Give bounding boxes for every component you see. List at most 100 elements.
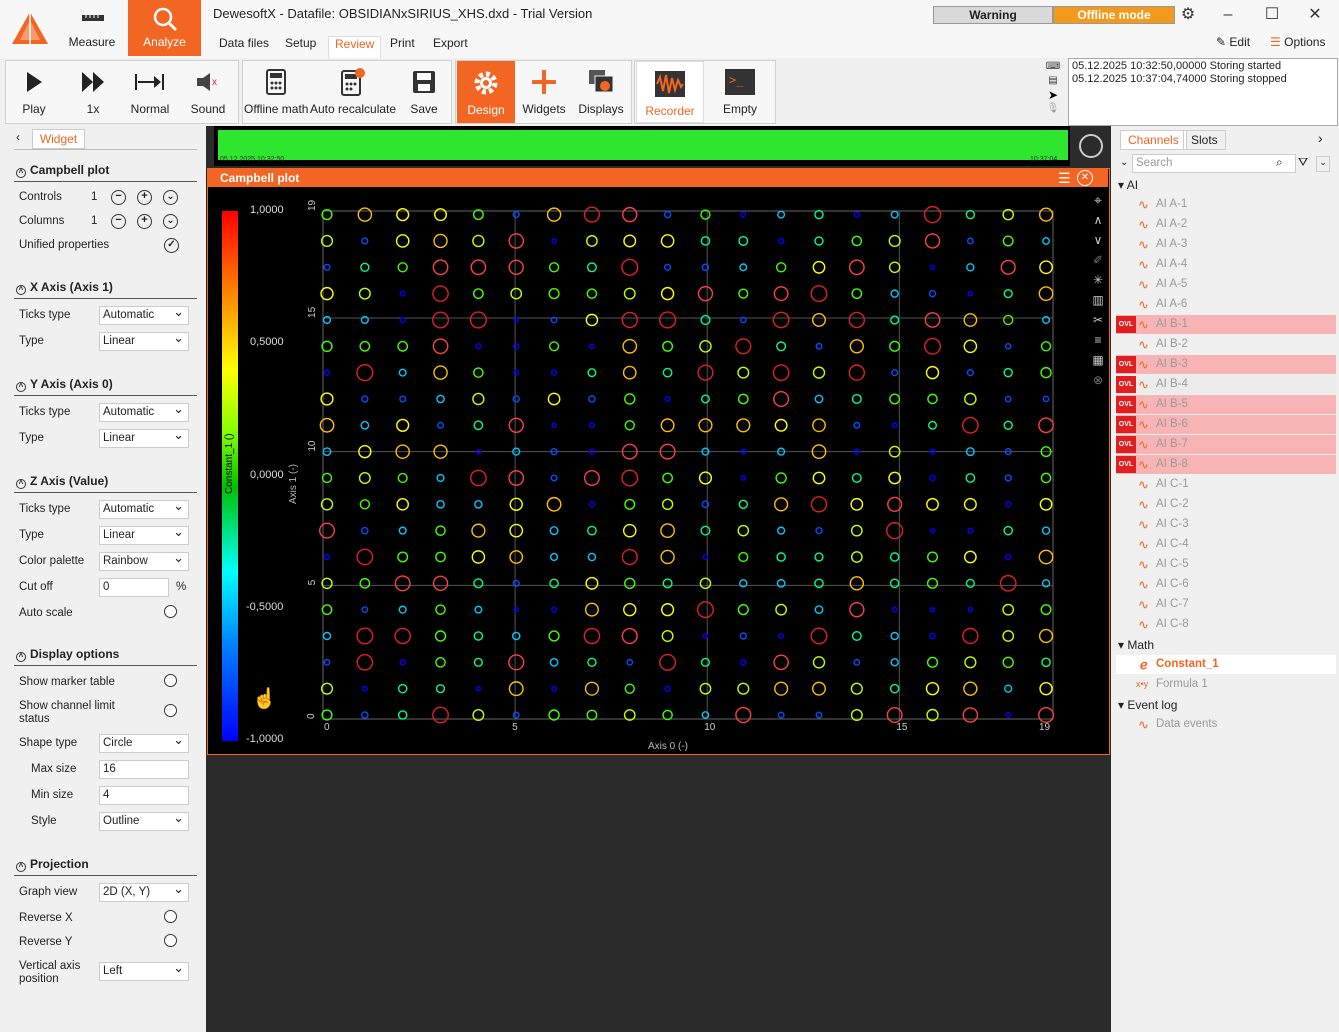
auto-scale-radio[interactable] <box>164 605 177 618</box>
clear-icon[interactable]: ⊗ <box>1086 370 1110 390</box>
offline-mode-status[interactable]: Offline mode <box>1053 6 1175 24</box>
speed-button[interactable]: 1x <box>66 60 120 124</box>
minus-icon[interactable]: − <box>111 190 126 205</box>
x-type-select[interactable]: Linear <box>99 331 189 351</box>
graph-view-select[interactable]: 2D (X, Y) <box>99 882 189 902</box>
channel-ai-c-2[interactable]: ∿ AI C-2 <box>1116 495 1336 514</box>
group-event-log[interactable]: ▾ Event log <box>1118 698 1177 712</box>
tab-widget[interactable]: Widget <box>32 129 85 149</box>
save-button[interactable]: Save <box>400 60 448 124</box>
max-size-input[interactable]: 16 <box>99 760 189 779</box>
channel-ai-b-7[interactable]: OVL ∿ AI B-7 <box>1116 435 1336 454</box>
widget-menu-icon[interactable]: ☰ <box>1058 169 1071 187</box>
channel-search-input[interactable]: Search <box>1132 154 1296 173</box>
section-x-axis[interactable]: ^ X Axis (Axis 1) <box>16 280 113 295</box>
channel-ai-b-6[interactable]: OVL ∿ AI B-6 <box>1116 415 1336 434</box>
pen-icon[interactable]: ✐ <box>1086 250 1110 270</box>
section-display-options[interactable]: ^ Display options <box>16 647 119 662</box>
campbell-plot-canvas[interactable]: 0 0 5 5 10 10 15 15 19 19 <box>208 187 1088 754</box>
color-palette-select[interactable]: Rainbow <box>99 551 189 571</box>
offline-math-button[interactable]: Offline math <box>244 60 308 124</box>
tab-slots[interactable]: Slots <box>1183 130 1226 150</box>
channel-ai-a-1[interactable]: ∿ AI A-1 <box>1116 195 1336 214</box>
menu-print[interactable]: Print <box>384 36 421 58</box>
channel-data-events[interactable]: ∿ Data events <box>1116 715 1336 734</box>
x-ticks-type-select[interactable]: Automatic <box>99 305 189 325</box>
z-ticks-type-select[interactable]: Automatic <box>99 499 189 519</box>
filter-dropdown-icon[interactable]: ⌄ <box>1316 156 1330 172</box>
analyze-button[interactable]: Analyze <box>128 0 201 56</box>
channel-ai-b-5[interactable]: OVL ∿ AI B-5 <box>1116 395 1336 414</box>
play-button[interactable]: Play <box>8 60 60 124</box>
channel-ai-a-4[interactable]: ∿ AI A-4 <box>1116 255 1336 274</box>
menu-review[interactable]: Review <box>328 36 382 58</box>
minimize-icon[interactable]: – <box>1213 4 1243 26</box>
group-ai[interactable]: ▾ AI <box>1118 178 1138 192</box>
channel-ai-a-5[interactable]: ∿ AI A-5 <box>1116 275 1336 294</box>
keyboard-icon[interactable]: ⌨ <box>1043 60 1063 74</box>
settings-gear-icon[interactable]: ⚙ <box>1173 4 1203 26</box>
channel-ai-c-8[interactable]: ∿ AI C-8 <box>1116 615 1336 634</box>
channel-ai-b-1[interactable]: OVL ∿ AI B-1 <box>1116 315 1336 334</box>
channel-ai-b-3[interactable]: OVL ∿ AI B-3 <box>1116 355 1336 374</box>
channel-ai-a-6[interactable]: ∿ AI A-6 <box>1116 295 1336 314</box>
warning-status[interactable]: Warning <box>933 6 1053 24</box>
plus-icon[interactable]: + <box>137 190 152 205</box>
min-size-input[interactable]: 4 <box>99 786 189 805</box>
search-icon[interactable]: ⌕ <box>1276 155 1283 170</box>
vertical-axis-position-select[interactable]: Left <box>99 961 189 981</box>
microphone-icon[interactable]: 🎙 <box>1043 102 1063 116</box>
bars-icon[interactable]: ▥ <box>1086 290 1110 310</box>
section-y-axis[interactable]: ^ Y Axis (Axis 0) <box>16 377 113 392</box>
show-marker-table-radio[interactable] <box>164 674 177 687</box>
menu-setup[interactable]: Setup <box>279 36 322 58</box>
section-campbell-plot[interactable]: ^ Campbell plot <box>16 163 109 178</box>
y-type-select[interactable]: Linear <box>99 428 189 448</box>
campbell-plot-widget[interactable]: Campbell plot ☰ ✕ Constant_1 () 1,0000 0… <box>207 168 1110 755</box>
reverse-x-radio[interactable] <box>164 910 177 923</box>
style-select[interactable]: Outline <box>99 811 189 831</box>
channel-ai-c-6[interactable]: ∿ AI C-6 <box>1116 575 1336 594</box>
chevron-down-icon[interactable]: ⌄ <box>163 214 178 229</box>
close-icon[interactable]: ✕ <box>1300 4 1330 26</box>
menu-export[interactable]: Export <box>427 36 474 58</box>
section-projection[interactable]: ^ Projection <box>16 857 89 872</box>
table-icon[interactable]: ▦ <box>1086 350 1110 370</box>
channel-ai-c-3[interactable]: ∿ AI C-3 <box>1116 515 1336 534</box>
chevron-down-icon[interactable]: ⌄ <box>1120 157 1128 168</box>
channel-ai-c-5[interactable]: ∿ AI C-5 <box>1116 555 1336 574</box>
checked-icon[interactable]: ✓ <box>164 238 179 253</box>
crosshair-icon[interactable]: ⌖ <box>1086 190 1110 210</box>
overview-waveform[interactable] <box>218 130 1068 160</box>
list-icon[interactable]: ≡ <box>1086 330 1110 350</box>
channel-ai-b-8[interactable]: OVL ∿ AI B-8 <box>1116 455 1336 474</box>
channel-formula-1[interactable]: x•y Formula 1 <box>1116 675 1336 694</box>
minus-icon[interactable]: − <box>111 214 126 229</box>
options-button[interactable]: ☰ Options <box>1270 35 1325 49</box>
design-button[interactable]: Design <box>457 61 515 123</box>
filter-icon[interactable]: ⛛ <box>1298 155 1308 170</box>
expand-right-icon[interactable]: › <box>1318 130 1323 146</box>
recorder-button[interactable]: Recorder <box>636 61 704 123</box>
harmonics-icon[interactable]: ✳ <box>1086 270 1110 290</box>
measure-button[interactable]: Measure <box>57 0 127 56</box>
channel-ai-a-2[interactable]: ∿ AI A-2 <box>1116 215 1336 234</box>
channel-ai-a-3[interactable]: ∿ AI A-3 <box>1116 235 1336 254</box>
collapse-left-icon[interactable]: ‹ <box>16 130 20 144</box>
shape-type-select[interactable]: Circle <box>99 733 189 753</box>
channel-limit-radio[interactable] <box>164 704 177 717</box>
sound-button[interactable]: x Sound <box>182 60 234 124</box>
peak-down-icon[interactable]: ∨ <box>1086 230 1110 250</box>
cutoff-input[interactable]: 0 <box>99 578 169 597</box>
channel-constant-1[interactable]: ℯ Constant_1 <box>1116 655 1336 674</box>
auto-recalculate-button[interactable]: Auto recalculate <box>310 60 396 124</box>
cut-icon[interactable]: ✂ <box>1086 310 1110 330</box>
channel-ai-c-4[interactable]: ∿ AI C-4 <box>1116 535 1336 554</box>
section-z-axis[interactable]: ^ Z Axis (Value) <box>16 474 108 489</box>
y-ticks-type-select[interactable]: Automatic <box>99 402 189 422</box>
displays-button[interactable]: Displays <box>574 60 628 124</box>
maximize-icon[interactable]: ☐ <box>1257 4 1287 26</box>
note-icon[interactable]: ▤ <box>1043 74 1063 88</box>
empty-button[interactable]: >_ Empty <box>710 60 770 124</box>
plus-icon[interactable]: + <box>137 214 152 229</box>
